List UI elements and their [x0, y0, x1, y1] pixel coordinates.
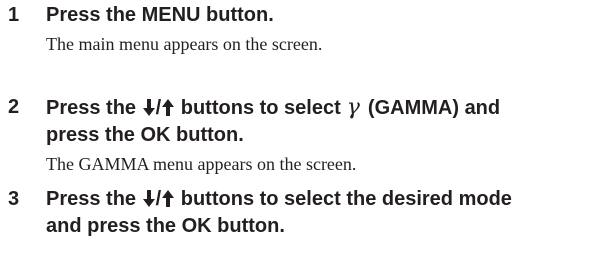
step-title: Press the MENU button.	[46, 2, 606, 29]
step-title: Press the / buttons to select γ (GAMMA) an…	[46, 94, 606, 149]
arrow-separator: /	[155, 188, 162, 210]
arrow-separator: /	[155, 97, 162, 119]
down-arrow-icon	[142, 190, 155, 207]
down-arrow-icon	[142, 99, 155, 116]
step-title-text: Press the	[46, 97, 137, 119]
step-title-text: buttons to select the desired mode	[180, 188, 512, 210]
step-title-text: (GAMMA) and	[367, 97, 501, 119]
up-arrow-icon	[162, 190, 175, 207]
step-title-text: buttons to select	[180, 97, 341, 119]
step-description: The GAMMA menu appears on the screen.	[46, 154, 357, 174]
step-title-line-1: Press the / buttons to select the desire…	[46, 186, 606, 213]
step-title-line-2: and press the OK button.	[46, 215, 285, 237]
step-number: 2	[8, 96, 20, 118]
step-number: 3	[8, 188, 20, 210]
step-title-line-1: Press the / buttons to select γ (GAMMA) an…	[46, 94, 606, 122]
step-title-text: Press the	[46, 188, 137, 210]
step-number: 1	[8, 4, 20, 26]
step-title-line-2: press the OK button.	[46, 124, 244, 146]
step-title: Press the / buttons to select the desire…	[46, 186, 606, 240]
gamma-icon: γ	[346, 95, 360, 120]
step-title-text: Press the MENU button.	[46, 4, 274, 26]
up-arrow-icon	[162, 99, 175, 116]
step-description: The main menu appears on the screen.	[46, 34, 323, 54]
